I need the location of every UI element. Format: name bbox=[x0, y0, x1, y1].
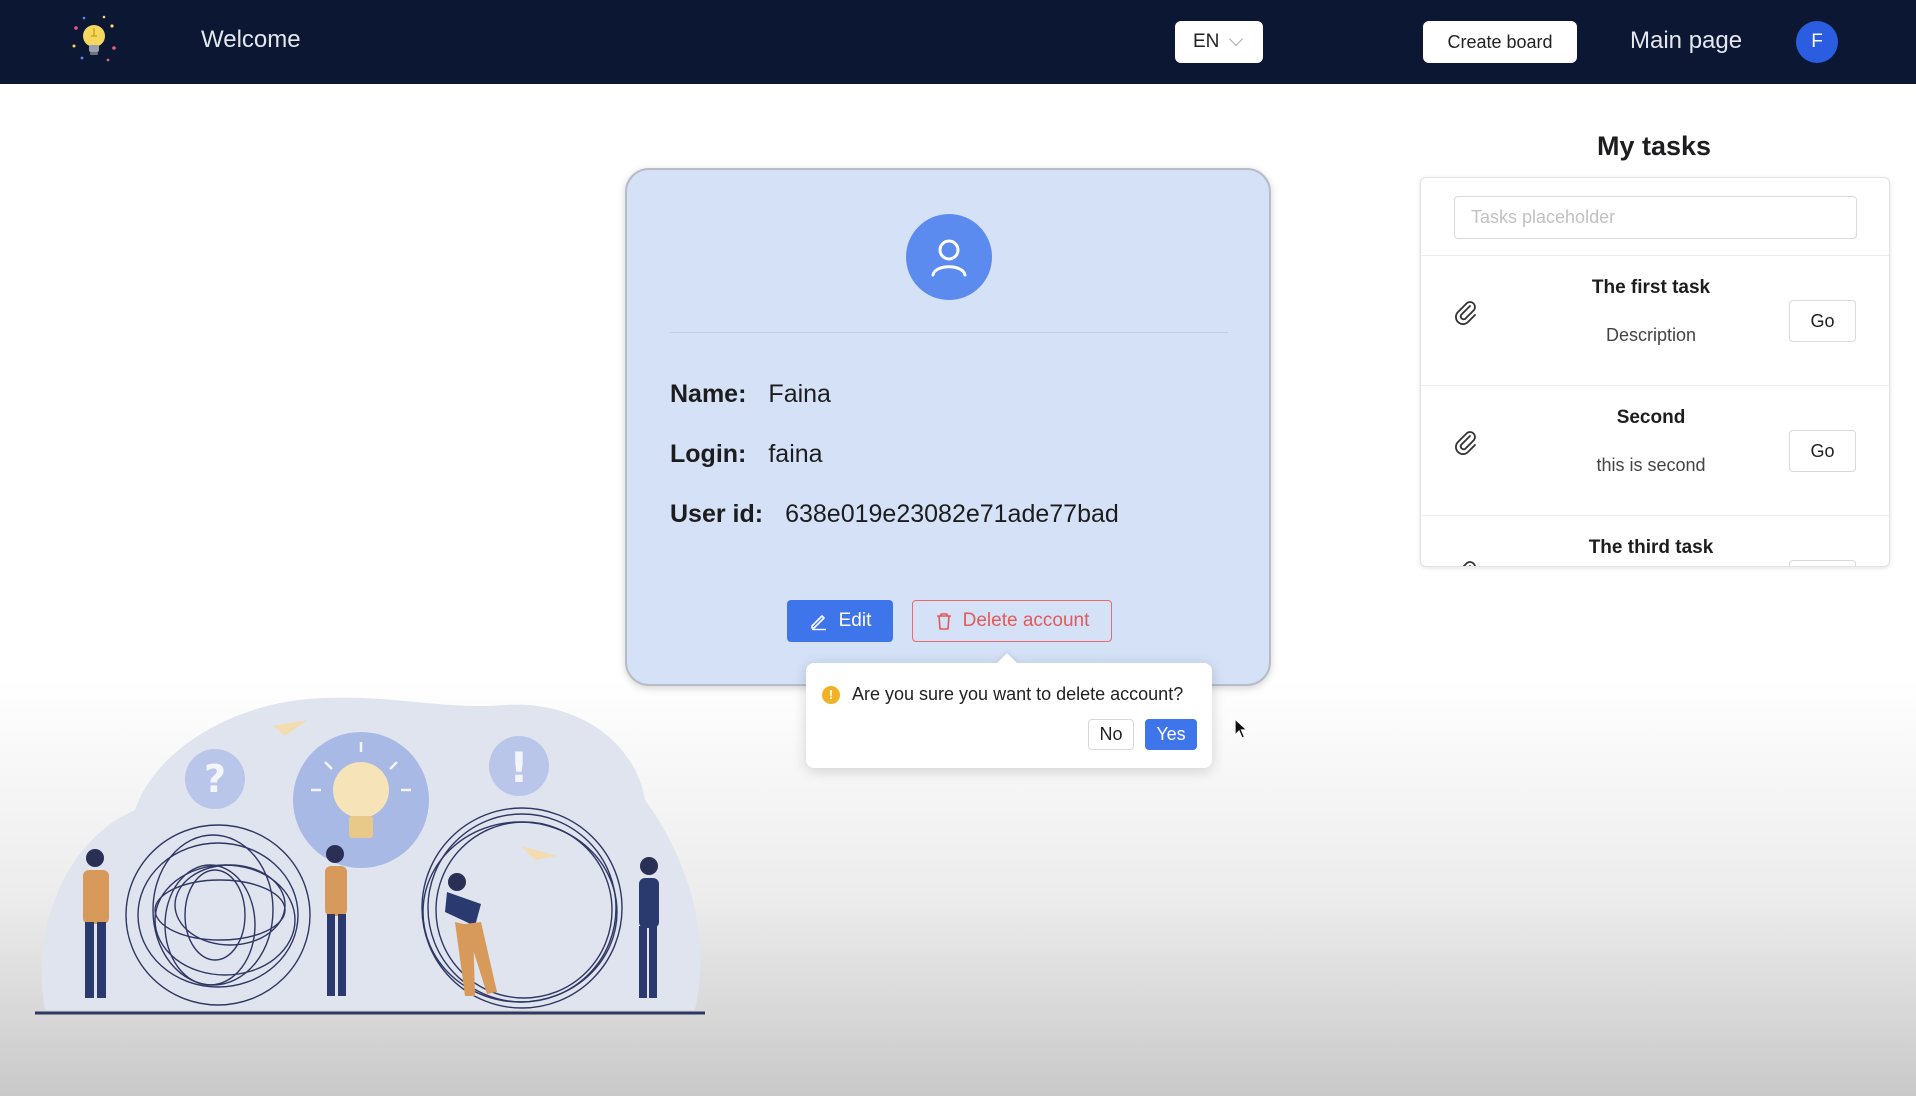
confirm-no-button[interactable]: No bbox=[1088, 719, 1134, 750]
people-solving-problems-illustration: ? ! bbox=[35, 697, 705, 1015]
task-item: The first task Description Go bbox=[1421, 255, 1889, 385]
svg-text:?: ? bbox=[204, 757, 226, 801]
confirm-message-row: ! Are you sure you want to delete accoun… bbox=[822, 684, 1183, 705]
pencil-icon bbox=[810, 615, 826, 631]
task-title: The first task bbox=[1591, 277, 1711, 298]
name-value: Faina bbox=[768, 380, 831, 408]
language-select[interactable]: EN bbox=[1175, 21, 1263, 63]
task-description: Description bbox=[1605, 325, 1697, 345]
tasks-panel: The first task Description Go Second thi… bbox=[1420, 177, 1890, 567]
task-go-button[interactable]: Go bbox=[1789, 300, 1856, 342]
login-value: faina bbox=[768, 440, 823, 468]
user-icon bbox=[906, 214, 992, 300]
userid-row: User id: 638e019e23082e71ade77bad bbox=[670, 500, 1119, 529]
lightbulb-logo-icon[interactable] bbox=[68, 14, 120, 66]
delete-confirm-popover: ! Are you sure you want to delete accoun… bbox=[806, 653, 1212, 768]
create-board-button[interactable]: Create board bbox=[1423, 21, 1577, 63]
chevron-down-icon bbox=[1229, 31, 1244, 47]
language-value: EN bbox=[1193, 31, 1220, 52]
name-row: Name: Faina bbox=[670, 380, 831, 409]
welcome-link[interactable]: Welcome bbox=[201, 26, 301, 54]
task-title: The third task bbox=[1588, 537, 1714, 558]
task-description: this is second bbox=[1596, 455, 1706, 475]
profile-card: Name: Faina Login: faina User id: 638e01… bbox=[625, 168, 1271, 686]
task-title: Second bbox=[1616, 407, 1686, 428]
task-item: The third task Go bbox=[1421, 515, 1889, 566]
confirm-yes-button[interactable]: Yes bbox=[1145, 719, 1197, 750]
userid-value: 638e019e23082e71ade77bad bbox=[785, 500, 1119, 528]
svg-text:!: ! bbox=[509, 743, 528, 792]
edit-label: Edit bbox=[838, 610, 872, 631]
confirm-message: Are you sure you want to delete account? bbox=[852, 684, 1184, 704]
mouse-cursor-icon bbox=[1234, 717, 1250, 745]
login-label: Login: bbox=[670, 440, 747, 468]
task-item: Second this is second Go bbox=[1421, 385, 1889, 515]
exclamation-circle-icon: ! bbox=[822, 685, 840, 704]
task-go-button[interactable]: Go bbox=[1789, 430, 1856, 472]
userid-label: User id: bbox=[670, 500, 764, 528]
trash-icon bbox=[936, 613, 951, 630]
paperclip-icon bbox=[1462, 561, 1476, 566]
delete-account-button[interactable]: Delete account bbox=[912, 600, 1112, 642]
task-go-button[interactable]: Go bbox=[1789, 560, 1856, 566]
user-avatar[interactable]: F bbox=[1796, 21, 1838, 63]
paperclip-icon bbox=[1455, 431, 1476, 455]
delete-label: Delete account bbox=[962, 610, 1090, 631]
edit-button[interactable]: Edit bbox=[787, 600, 893, 642]
paperclip-icon bbox=[1455, 301, 1476, 325]
tasks-title: My tasks bbox=[1596, 131, 1712, 161]
top-navbar: Welcome EN Create board Main page F bbox=[0, 0, 1916, 84]
name-label: Name: bbox=[670, 380, 747, 408]
main-page-link[interactable]: Main page bbox=[1630, 27, 1742, 55]
tasks-search-input[interactable] bbox=[1454, 196, 1857, 239]
card-divider bbox=[670, 332, 1228, 333]
login-row: Login: faina bbox=[670, 440, 823, 469]
